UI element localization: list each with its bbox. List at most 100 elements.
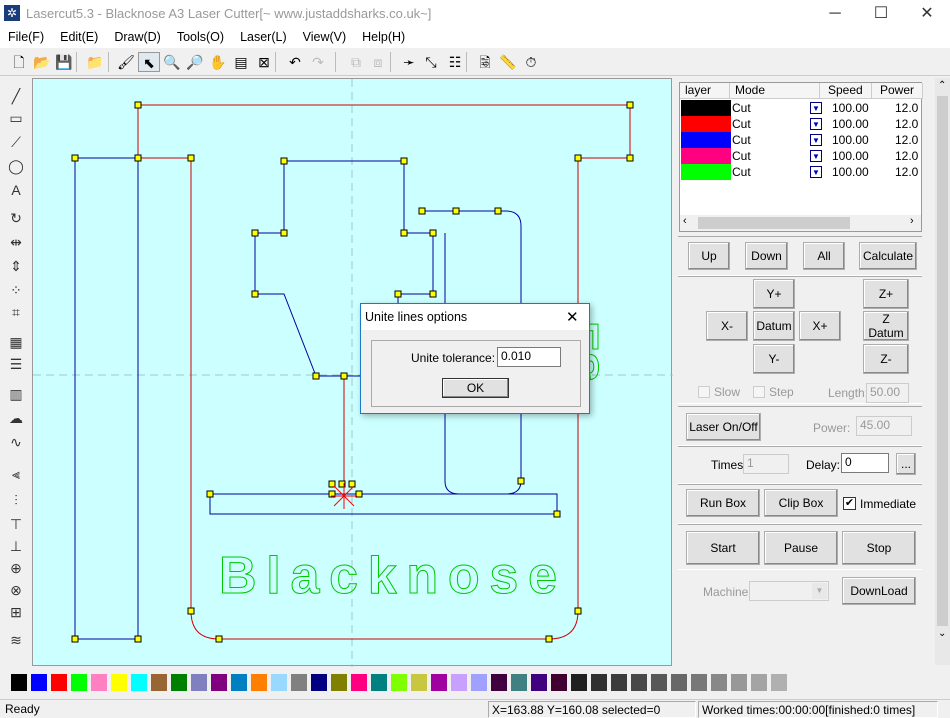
- layers-icon[interactable]: ≋: [4, 630, 28, 650]
- palette-color-swatch[interactable]: [211, 674, 227, 691]
- layer-list-icon[interactable]: ☷: [444, 52, 466, 72]
- palette-color-swatch[interactable]: [111, 674, 127, 691]
- palette-color-swatch[interactable]: [551, 674, 567, 691]
- center-both-icon[interactable]: ⊞: [4, 602, 28, 622]
- layer-row[interactable]: Cut ▼ 100.00 12.0: [680, 132, 921, 148]
- node-edit-icon[interactable]: ⁘: [4, 280, 28, 300]
- align-center-icon[interactable]: ⫶: [4, 490, 28, 510]
- palette-color-swatch[interactable]: [151, 674, 167, 691]
- ungroup-icon[interactable]: ⧈: [367, 52, 389, 72]
- palette-color-swatch[interactable]: [531, 674, 547, 691]
- palette-color-swatch[interactable]: [231, 674, 247, 691]
- power-input[interactable]: 45.00: [856, 416, 912, 436]
- palette-color-swatch[interactable]: [671, 674, 687, 691]
- select-pointer-icon[interactable]: ⬉: [138, 52, 160, 72]
- panel-vscrollbar[interactable]: ⌃ ⌄: [935, 78, 950, 665]
- pause-button[interactable]: Pause: [764, 531, 838, 565]
- palette-color-swatch[interactable]: [691, 674, 707, 691]
- times-input[interactable]: 1: [743, 454, 789, 474]
- palette-color-swatch[interactable]: [591, 674, 607, 691]
- palette-color-swatch[interactable]: [511, 674, 527, 691]
- palette-color-swatch[interactable]: [471, 674, 487, 691]
- pan-hand-icon[interactable]: ✋: [207, 52, 229, 72]
- palette-color-swatch[interactable]: [451, 674, 467, 691]
- mode-dropdown-icon[interactable]: ▼: [810, 118, 822, 130]
- all-button[interactable]: All: [803, 242, 845, 270]
- layer-row[interactable]: Cut ▼ 100.00 12.0: [680, 116, 921, 132]
- mode-dropdown-icon[interactable]: ▼: [810, 134, 822, 146]
- import-icon[interactable]: 📁: [84, 52, 106, 72]
- palette-color-swatch[interactable]: [31, 674, 47, 691]
- scroll-up-arrow-icon[interactable]: ⌃: [938, 80, 946, 91]
- palette-color-swatch[interactable]: [751, 674, 767, 691]
- run-box-button[interactable]: Run Box: [686, 489, 760, 517]
- menu-laser[interactable]: Laser(L): [232, 28, 295, 48]
- save-icon[interactable]: 💾: [53, 52, 75, 72]
- header-speed[interactable]: Speed: [820, 83, 872, 99]
- new-file-icon[interactable]: 🗋: [8, 52, 30, 72]
- scroll-thumb[interactable]: [937, 96, 948, 626]
- menu-tools[interactable]: Tools(O): [169, 28, 232, 48]
- redo-icon[interactable]: ↷: [307, 52, 329, 72]
- menu-file[interactable]: File(F): [0, 28, 52, 48]
- palette-color-swatch[interactable]: [371, 674, 387, 691]
- palette-color-swatch[interactable]: [711, 674, 727, 691]
- palette-color-swatch[interactable]: [771, 674, 787, 691]
- palette-color-swatch[interactable]: [71, 674, 87, 691]
- center-v-icon[interactable]: ⊗: [4, 580, 28, 600]
- layer-row[interactable]: Cut ▼ 100.00 12.0: [680, 148, 921, 164]
- scroll-left-arrow-icon[interactable]: ‹: [683, 215, 687, 227]
- start-point-icon[interactable]: ⤡: [420, 52, 442, 72]
- ruler-icon[interactable]: 📏: [497, 52, 519, 72]
- palette-color-swatch[interactable]: [291, 674, 307, 691]
- clip-box-button[interactable]: Clip Box: [764, 489, 838, 517]
- z-datum-button[interactable]: Z Datum: [863, 311, 909, 341]
- immediate-checkbox[interactable]: ✔: [843, 497, 856, 510]
- palette-color-swatch[interactable]: [91, 674, 107, 691]
- open-folder-icon[interactable]: 📂: [31, 52, 53, 72]
- zoom-page-icon[interactable]: ▤: [230, 52, 252, 72]
- palette-color-swatch[interactable]: [611, 674, 627, 691]
- layer-table[interactable]: layer Mode Speed Power Cut ▼ 100.00 12.0…: [679, 82, 923, 232]
- palette-color-swatch[interactable]: [11, 674, 27, 691]
- datum-button[interactable]: Datum: [753, 311, 795, 341]
- y-minus-button[interactable]: Y-: [753, 344, 795, 374]
- rotate-icon[interactable]: ↻: [4, 208, 28, 228]
- download-button[interactable]: DownLoad: [842, 577, 916, 605]
- delay-more-button[interactable]: ...: [896, 453, 916, 475]
- preview-icon[interactable]: 🗟: [474, 52, 496, 72]
- palette-color-swatch[interactable]: [191, 674, 207, 691]
- palette-color-swatch[interactable]: [411, 674, 427, 691]
- menu-edit[interactable]: Edit(E): [52, 28, 106, 48]
- header-power[interactable]: Power: [872, 83, 923, 99]
- line-tool-icon[interactable]: ╱: [4, 86, 28, 106]
- align-icon[interactable]: ☰: [4, 354, 28, 374]
- paint-brush-icon[interactable]: 🖌: [115, 52, 137, 72]
- mode-dropdown-icon[interactable]: ▼: [810, 102, 822, 114]
- z-plus-button[interactable]: Z+: [863, 279, 909, 309]
- palette-color-swatch[interactable]: [51, 674, 67, 691]
- hatch-icon[interactable]: ▥: [4, 384, 28, 404]
- slow-checkbox[interactable]: [698, 386, 710, 398]
- maximize-button[interactable]: ☐: [858, 0, 904, 28]
- curve-icon[interactable]: ∿: [4, 432, 28, 452]
- palette-color-swatch[interactable]: [351, 674, 367, 691]
- minimize-button[interactable]: ─: [812, 0, 858, 28]
- z-minus-button[interactable]: Z-: [863, 344, 909, 374]
- zoom-out-icon[interactable]: 🔎: [184, 52, 206, 72]
- crop-icon[interactable]: ⌗: [4, 302, 28, 322]
- center-h-icon[interactable]: ⊕: [4, 558, 28, 578]
- polyline-tool-icon[interactable]: ⟋: [4, 132, 28, 152]
- mode-dropdown-icon[interactable]: ▼: [810, 150, 822, 162]
- delay-input[interactable]: 0: [841, 453, 889, 473]
- dialog-close-button[interactable]: ✕: [566, 308, 579, 326]
- menu-help[interactable]: Help(H): [354, 28, 413, 48]
- palette-color-swatch[interactable]: [631, 674, 647, 691]
- palette-color-swatch[interactable]: [311, 674, 327, 691]
- up-button[interactable]: Up: [688, 242, 730, 270]
- start-button[interactable]: Start: [686, 531, 760, 565]
- align-left-icon[interactable]: ⫷: [4, 464, 28, 484]
- palette-color-swatch[interactable]: [431, 674, 447, 691]
- layer-table-hscrollbar[interactable]: ‹ ›: [680, 215, 921, 231]
- palette-color-swatch[interactable]: [251, 674, 267, 691]
